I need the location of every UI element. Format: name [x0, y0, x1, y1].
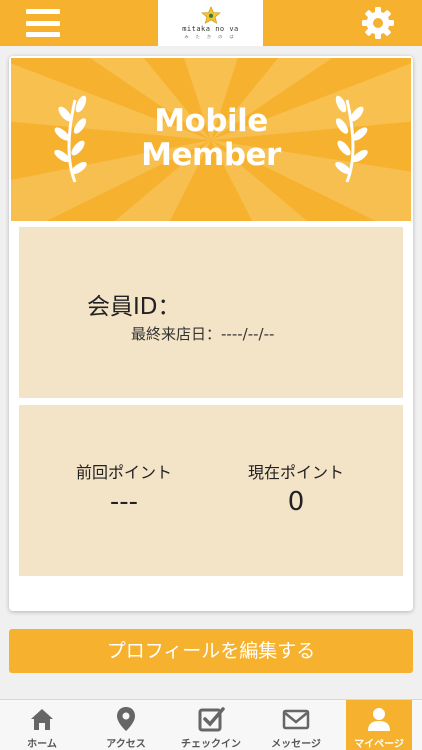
logo-text: mitaka no va — [182, 25, 239, 33]
tab-mypage[interactable]: マイページ — [346, 700, 412, 750]
banner-title-line1: Mobile — [154, 103, 268, 139]
tab-access-label: アクセス — [106, 739, 146, 750]
tab-message-label: メッセージ — [271, 739, 321, 750]
gear-icon[interactable] — [360, 5, 396, 41]
tab-checkin-label: チェックイン — [181, 739, 241, 750]
tab-mypage-label: マイページ — [354, 739, 404, 750]
member-card: Mobile Member 会員ID： 最終来店日：----/--/-- 前回ポ… — [9, 56, 413, 611]
bottom-tab-bar: ホーム アクセス チェックイン メッセージ マイページ — [0, 699, 422, 750]
previous-points-label: 前回ポイント — [75, 463, 172, 482]
edit-profile-button[interactable]: プロフィールを編集する — [9, 629, 413, 673]
user-icon — [368, 708, 390, 731]
mail-icon — [282, 709, 310, 730]
member-id-panel: 会員ID： 最終来店日：----/--/-- — [19, 227, 403, 398]
checkin-icon — [198, 707, 225, 732]
points-panel: 前回ポイント --- 現在ポイント 0 — [19, 405, 403, 576]
logo-subtext: み た か の ば — [184, 34, 237, 39]
member-id-label: 会員ID： — [87, 294, 181, 320]
app-header: mitaka no va み た か の ば — [0, 0, 422, 46]
home-icon — [31, 709, 53, 730]
star-logo-icon — [200, 6, 221, 24]
tab-access[interactable]: アクセス — [84, 700, 168, 750]
previous-points-value: --- — [109, 487, 139, 517]
current-points-label: 現在ポイント — [247, 463, 344, 482]
tab-message[interactable]: メッセージ — [254, 700, 338, 750]
tab-home-label: ホーム — [27, 739, 57, 750]
tab-home[interactable]: ホーム — [0, 700, 84, 750]
shop-logo[interactable]: mitaka no va み た か の ば — [158, 0, 263, 46]
banner-title-line2: Member — [141, 137, 281, 173]
hamburger-menu-icon[interactable] — [26, 9, 60, 37]
last-visit-date: 最終来店日：----/--/-- — [131, 325, 275, 343]
map-pin-icon — [117, 707, 135, 731]
banner-title: Mobile Member — [11, 104, 411, 172]
tab-checkin[interactable]: チェックイン — [168, 700, 254, 750]
mobile-member-banner: Mobile Member — [11, 58, 411, 221]
current-points-value: 0 — [287, 487, 305, 517]
